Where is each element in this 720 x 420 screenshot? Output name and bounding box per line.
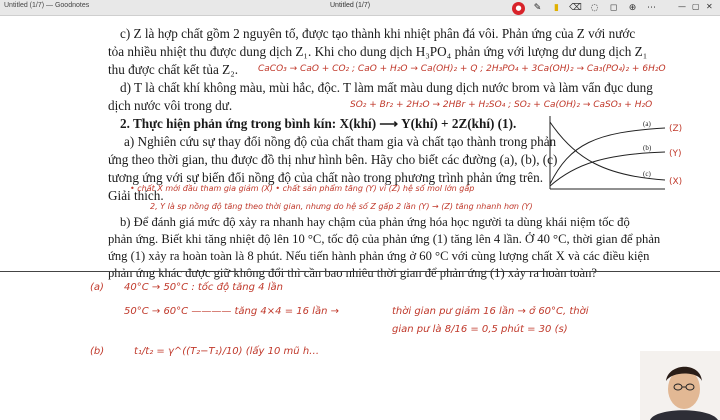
doc-line: dịch nước vôi trong dư. [108, 98, 233, 113]
concentration-graph: (a) (b) (c) (Z) (Y) (X) [549, 116, 682, 190]
highlighter-icon[interactable]: ▮ [550, 2, 563, 15]
zoom-icon[interactable]: ⊕ [626, 2, 639, 15]
graph-label-c: (c) [643, 170, 651, 178]
doc-line: d) T là chất khí không màu, mùi hắc, độc… [120, 80, 653, 95]
doc-line: ứng (1) xảy ra hoàn toàn là 8 phút. Nếu … [108, 249, 650, 263]
graph-label-a: (a) [643, 120, 651, 128]
graph-label-b: (b) [643, 144, 652, 152]
webcam-presenter [640, 351, 720, 420]
doc-line: phản ứng. Biết khi tăng nhiệt độ lên 10 … [108, 232, 661, 246]
graph-hw-y: (Y) [669, 149, 682, 159]
pen-icon[interactable]: ✎ [531, 2, 544, 15]
doc-line: tỏa nhiều nhiệt thu được dung dịch Z₁. K… [108, 44, 648, 59]
doc-line: phản ứng khác được giữ không đổi thì cần… [108, 266, 597, 280]
doc-line: ứng theo thời gian, thu được đồ thị như … [108, 152, 558, 167]
hw-step: 40°C → 50°C : tốc độ tăng 4 lần [124, 282, 283, 293]
handwritten-note: 2, Y là sp nồng độ tăng theo thời gian, … [150, 202, 533, 211]
more-icon[interactable]: ⋯ [645, 2, 658, 15]
graph-hw-x: (X) [669, 177, 682, 187]
doc-line: thu được chất kết tủa Z₂. [108, 62, 239, 77]
eraser-icon[interactable]: ⌫ [569, 2, 582, 15]
hw-step: gian pư là 8/16 = 0,5 phút = 30 (s) [392, 324, 568, 335]
note-page[interactable]: c) Z là hợp chất gồm 2 nguyên tố, được t… [0, 16, 720, 420]
document-title: Untitled (1/7) [330, 2, 371, 9]
app-label: Untitled (1/7) — Goodnotes [4, 2, 90, 9]
handwritten-note: CaCO₃ → CaO + CO₂ ; CaO + H₂O → Ca(OH)₂ … [258, 64, 666, 74]
graph-hw-z: (Z) [669, 124, 682, 134]
shapes-icon[interactable]: ◻ [607, 2, 620, 15]
window-titlebar: Untitled (1/7) — Goodnotes Untitled (1/7… [0, 0, 720, 16]
handwritten-note: • chất X mới đầu tham gia giảm (X) • chấ… [130, 184, 475, 193]
record-icon[interactable]: ● [512, 1, 525, 15]
close-button[interactable]: ✕ [706, 2, 713, 11]
section-divider [0, 271, 720, 272]
hw-step: 50°C → 60°C ———— tăng 4×4 = 16 lần → [124, 306, 339, 317]
hw-label-b: (b) [90, 346, 105, 357]
handwritten-note: SO₂ + Br₂ + 2H₂O → 2HBr + H₂SO₄ ; SO₂ + … [350, 100, 653, 110]
annotation-toolbar: ● ✎ ▮ ⌫ ◌ ◻ ⊕ ⋯ [512, 1, 658, 15]
maximize-button[interactable]: ▢ [692, 2, 700, 11]
question-heading: 2. Thực hiện phản ứng trong bình kín: X(… [120, 116, 517, 131]
doc-line: b) Để đánh giá mức độ xảy ra nhanh hay c… [120, 215, 630, 229]
hw-step: thời gian pư giảm 16 lần → ở 60°C, thời [392, 306, 589, 317]
doc-line: c) Z là hợp chất gồm 2 nguyên tố, được t… [120, 26, 636, 41]
lasso-icon[interactable]: ◌ [588, 2, 601, 15]
hw-step: t₁/t₂ = γ^((T₂−T₁)/10) (lấy 10 mũ h… [134, 346, 320, 357]
minimize-button[interactable]: — [678, 2, 686, 11]
doc-line: a) Nghiên cứu sự thay đổi nồng độ của ch… [124, 134, 557, 149]
hw-label-a: (a) [90, 282, 104, 293]
